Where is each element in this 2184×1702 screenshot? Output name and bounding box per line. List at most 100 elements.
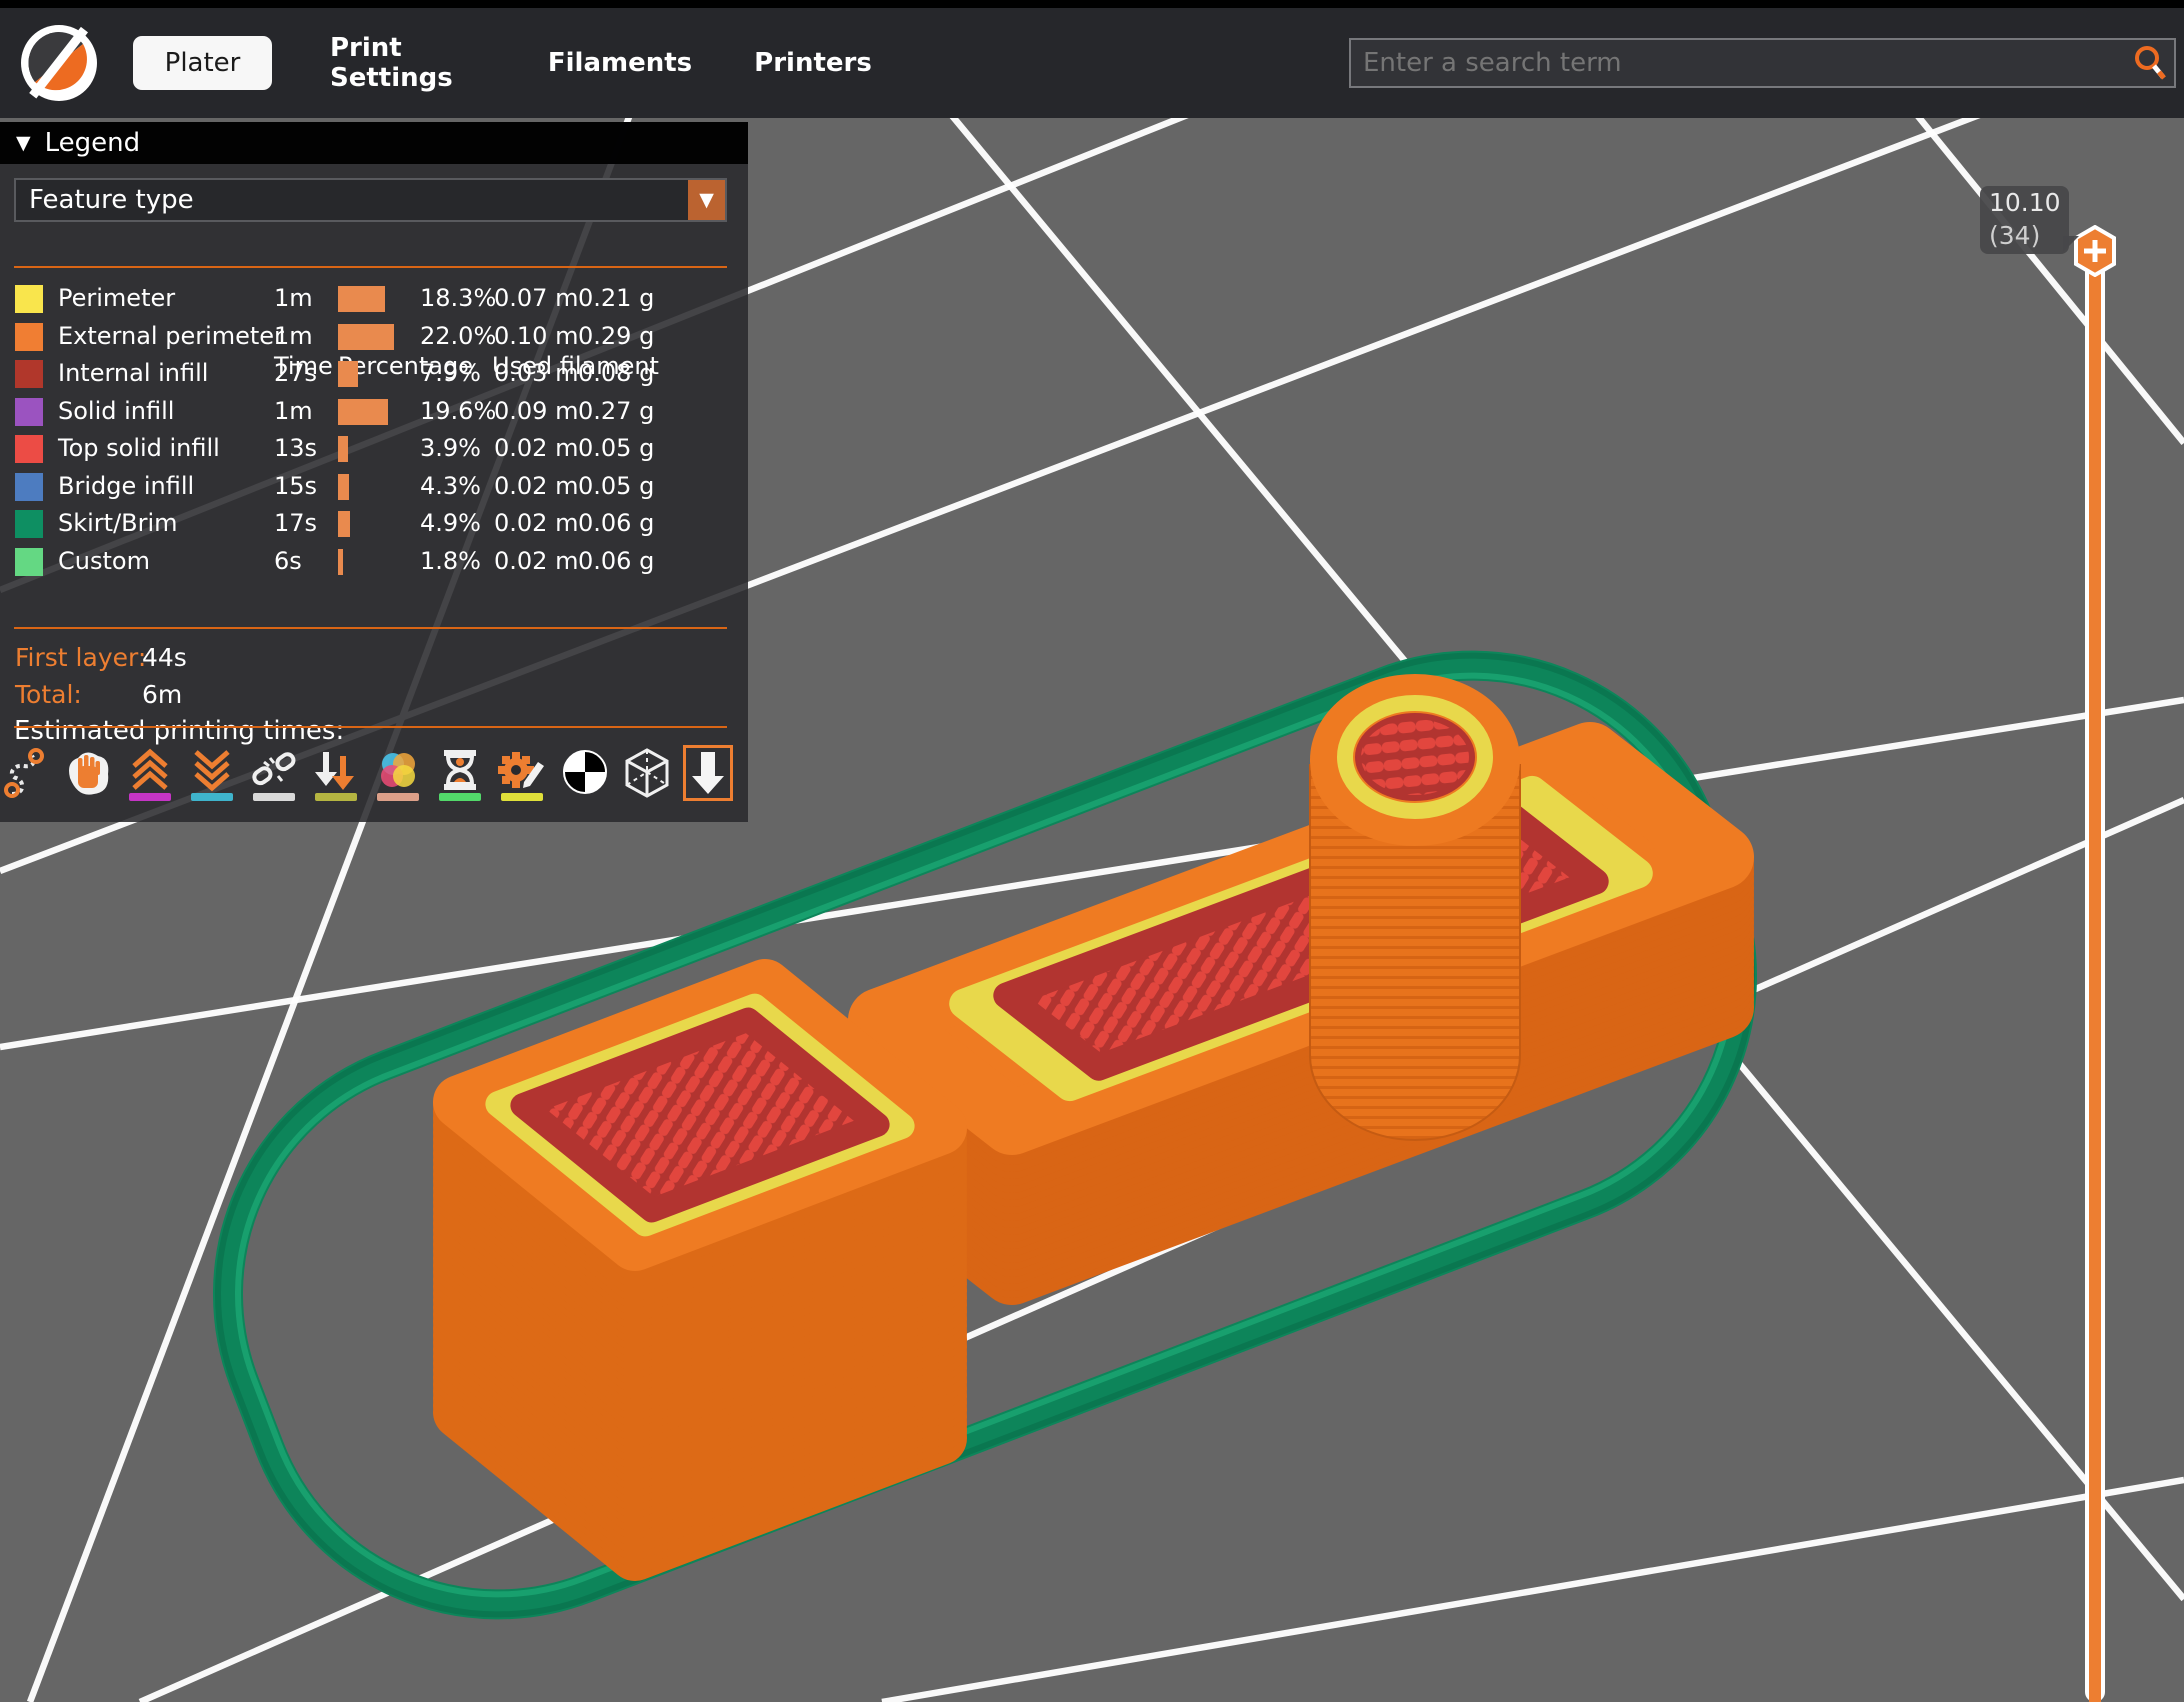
pause-prints-icon[interactable] [436, 748, 484, 802]
feature-percentage: 4.3% [420, 472, 481, 500]
feature-row[interactable]: Internal infill 27s 7.9% 0.03 m0.08 g [0, 355, 748, 393]
feature-filament-m: 0.03 m [494, 359, 578, 387]
total-label: Total: [15, 680, 82, 709]
feature-filament-g: 0.27 g [578, 397, 654, 425]
feature-row[interactable]: Top solid infill 13s 3.9% 0.02 m0.05 g [0, 430, 748, 468]
feature-filament-m: 0.02 m [494, 472, 578, 500]
feature-label: Solid infill [58, 397, 174, 425]
feature-percentage-bar [338, 324, 394, 350]
feature-color-swatch [15, 473, 43, 501]
feature-percentage-bar [338, 399, 388, 425]
color-changes-icon[interactable] [374, 748, 422, 802]
tool-changes-icon[interactable] [312, 748, 360, 802]
feature-row[interactable]: Perimeter1m18.3%0.07 m0.21 g [0, 280, 748, 318]
first-layer-value: 44s [142, 643, 187, 672]
feature-time: 13s [274, 434, 317, 462]
search-box [1349, 38, 2176, 88]
dropdown-arrow-icon[interactable]: ▼ [688, 180, 725, 220]
tool-marker-icon[interactable] [683, 745, 733, 801]
view-type-dropdown[interactable]: Feature type ▼ [14, 178, 727, 222]
feature-filament-m: 0.02 m [494, 434, 578, 462]
feature-percentage-bar [338, 436, 348, 462]
deretractions-icon[interactable] [188, 748, 236, 802]
feature-label: Top solid infill [58, 434, 220, 462]
feature-percentage: 7.9% [420, 359, 481, 387]
center-of-gravity-icon[interactable] [561, 748, 609, 802]
feature-percentage: 4.9% [420, 509, 481, 537]
feature-time: 15s [274, 472, 317, 500]
feature-time: 17s [274, 509, 317, 537]
feature-filament-m: 0.02 m [494, 509, 578, 537]
feature-row[interactable]: External perimeter1m 22.0%0.10 m0.29 g [0, 318, 748, 356]
feature-row[interactable]: Bridge infill 15s 4.3% 0.02 m0.05 g [0, 468, 748, 506]
first-layer-label: First layer: [15, 643, 146, 672]
feature-time: 1m [274, 284, 313, 312]
feature-color-swatch [15, 398, 43, 426]
toolbar-divider [14, 726, 727, 728]
feature-filament-g: 0.05 g [578, 434, 654, 462]
feature-color-swatch [15, 510, 43, 538]
tab-printers[interactable]: Printers [762, 8, 864, 118]
shells-icon[interactable] [623, 748, 671, 802]
feature-row[interactable]: Solid infill 1m 19.6%0.09 m0.27 g [0, 393, 748, 431]
travels-icon[interactable] [4, 748, 52, 802]
feature-percentage: 22.0% [420, 322, 496, 350]
legend-header[interactable]: ▼ Legend [0, 122, 748, 164]
feature-filament-g: 0.06 g [578, 547, 654, 575]
feature-percentage: 18.3% [420, 284, 496, 312]
feature-row[interactable]: Custom6s1.8%0.02 m0.06 g [0, 543, 748, 581]
feature-filament-g: 0.05 g [578, 472, 654, 500]
estimated-times-title: Estimated printing times: [14, 716, 344, 746]
feature-filament-g: 0.29 g [578, 322, 654, 350]
feature-filament-m: 0.02 m [494, 547, 578, 575]
tooltip-pointer [2063, 236, 2079, 252]
search-input[interactable] [1351, 48, 2130, 78]
retractions-icon[interactable] [126, 748, 174, 802]
custom-gcodes-icon[interactable] [498, 748, 546, 802]
legend-title: Legend [45, 128, 141, 158]
feature-label: Perimeter [58, 284, 175, 312]
feature-percentage-bar [338, 361, 358, 387]
search-icon[interactable] [2130, 43, 2170, 83]
tab-plater[interactable]: Plater [133, 36, 272, 90]
feature-label: Internal infill [58, 359, 208, 387]
feature-label: External perimeter [58, 322, 284, 350]
layer-height-value: 10.10 [1989, 186, 2069, 219]
wipe-icon[interactable] [64, 748, 112, 802]
feature-percentage-bar [338, 286, 385, 312]
feature-percentage: 1.8% [420, 547, 481, 575]
feature-color-swatch [15, 435, 43, 463]
feature-percentage: 3.9% [420, 434, 481, 462]
legend-panel: ▼ Legend Feature type ▼ Time Percentage … [0, 122, 748, 822]
feature-percentage: 19.6% [420, 397, 496, 425]
seams-icon[interactable] [250, 748, 298, 802]
tab-print-settings[interactable]: Print Settings [330, 8, 476, 118]
feature-time: 27s [274, 359, 317, 387]
feature-label: Skirt/Brim [58, 509, 178, 537]
feature-color-swatch [15, 548, 43, 576]
tab-filaments[interactable]: Filaments [562, 8, 678, 118]
feature-time: 6s [274, 547, 302, 575]
estimated-divider [14, 627, 727, 629]
main-navbar: Plater Print Settings Filaments Printers [0, 8, 2184, 118]
feature-filament-g: 0.08 g [578, 359, 654, 387]
feature-color-swatch [15, 360, 43, 388]
feature-row[interactable]: Skirt/Brim 17s 4.9% 0.02 m0.06 g [0, 505, 748, 543]
feature-color-swatch [15, 285, 43, 313]
legend-divider [14, 266, 727, 268]
slicer-app: { "nav": { "tabs": [ {"label": "Plater",… [0, 0, 2184, 1702]
feature-color-swatch [15, 323, 43, 351]
feature-filament-m: 0.09 m [494, 397, 578, 425]
feature-percentage-bar [338, 511, 350, 537]
feature-label: Bridge infill [58, 472, 194, 500]
first-layer-row: First layer: 44s [15, 643, 146, 672]
feature-filament-g: 0.21 g [578, 284, 654, 312]
total-row: Total: 6m [15, 680, 82, 709]
feature-time: 1m [274, 397, 313, 425]
total-value: 6m [142, 680, 182, 709]
feature-filament-g: 0.06 g [578, 509, 654, 537]
feature-filament-m: 0.10 m [494, 322, 578, 350]
collapse-triangle-icon: ▼ [16, 132, 31, 154]
feature-percentage-bar [338, 549, 343, 575]
feature-time: 1m [274, 322, 313, 350]
